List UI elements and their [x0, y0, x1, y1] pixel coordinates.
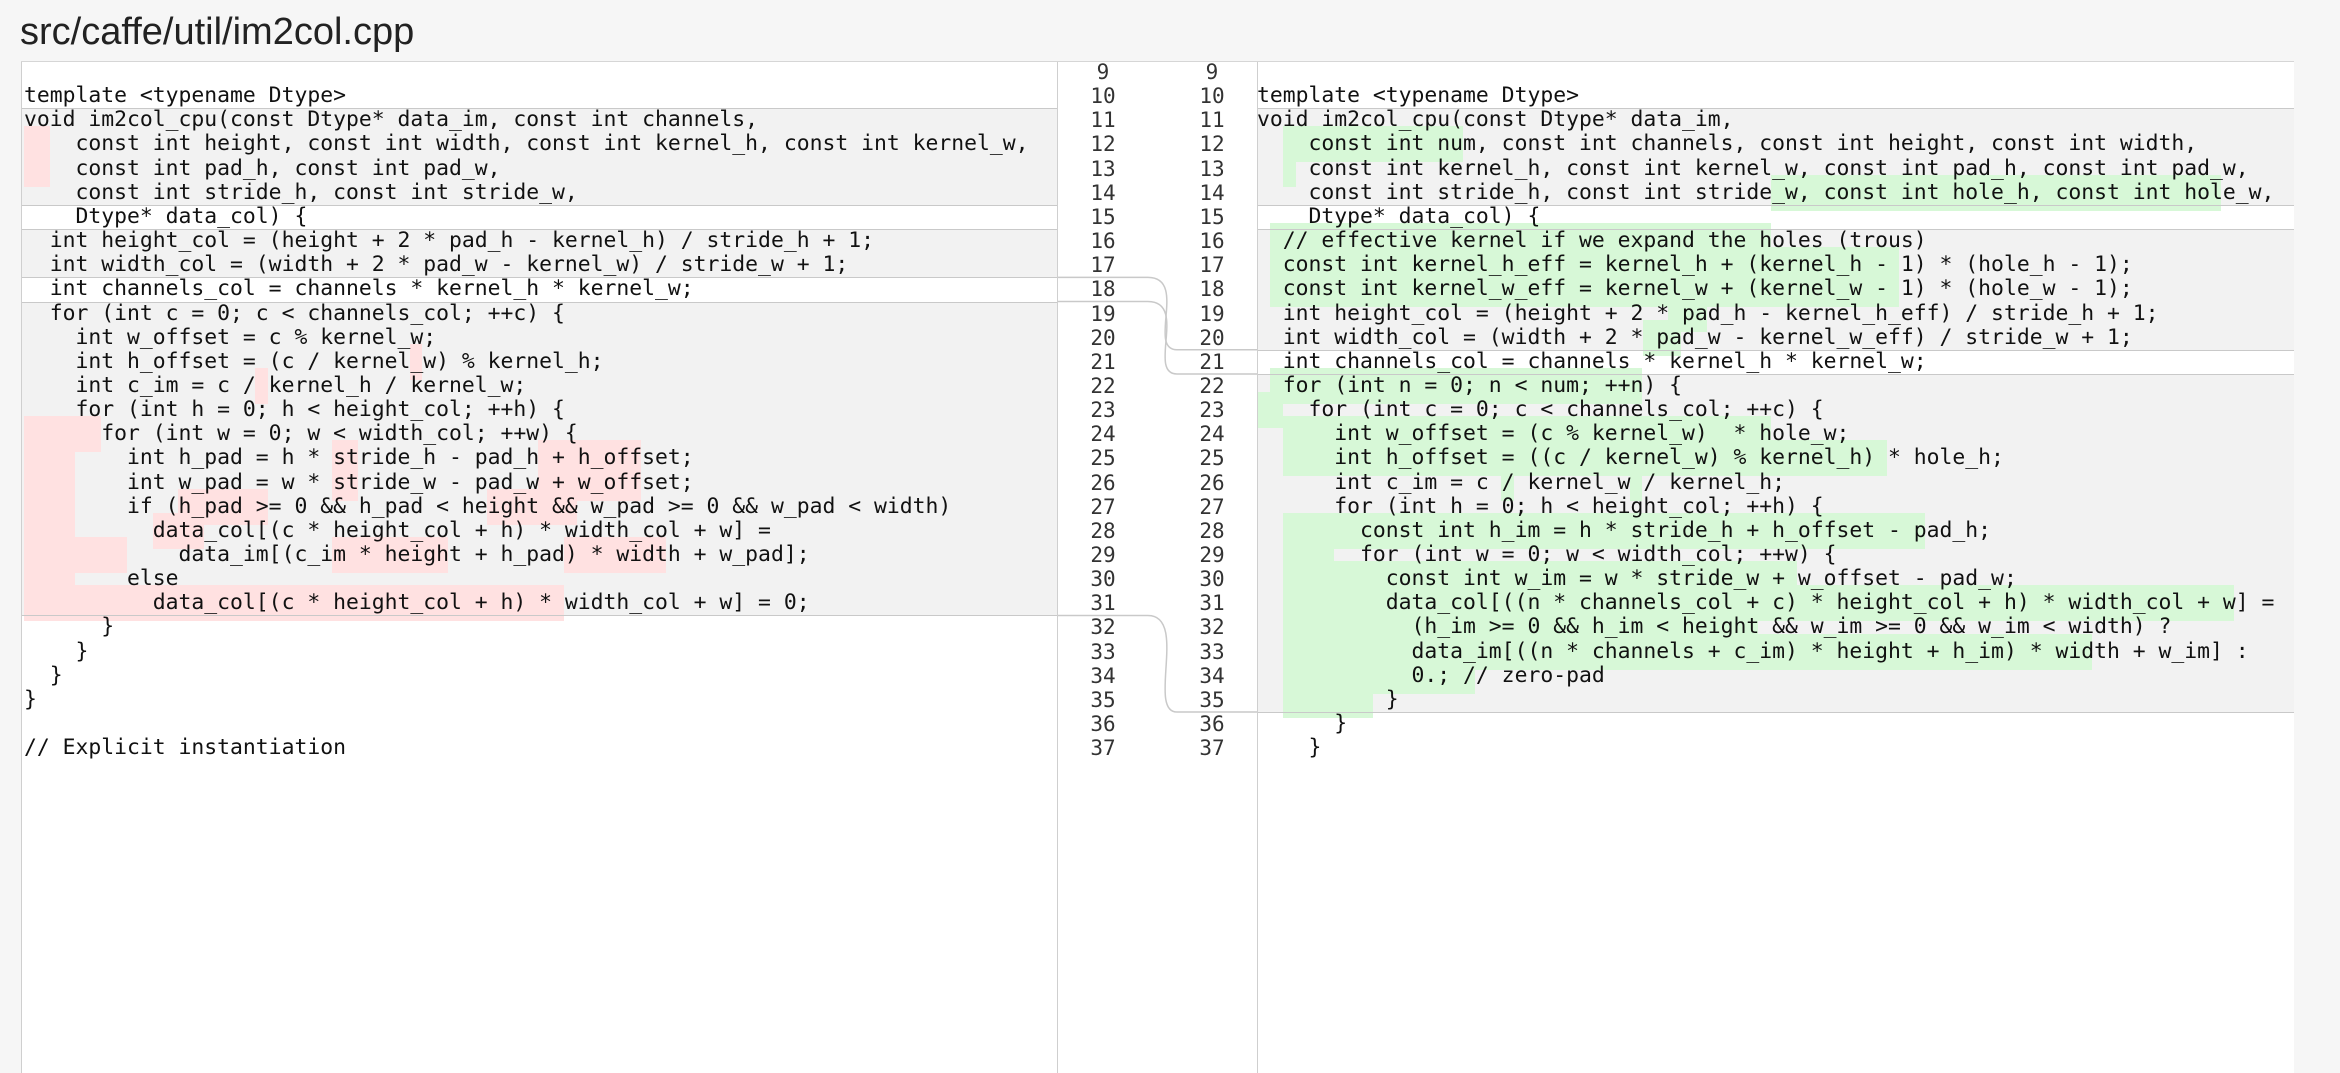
side-by-side-diff: template <typename Dtype> void im2col_cpu…: [21, 61, 2294, 1073]
right-pane-modified: template <typename Dtype> void im2col_cpu…: [1258, 62, 2294, 1073]
right-code-lines: template <typename Dtype> void im2col_cpu…: [1258, 62, 2294, 1073]
left-pane-original: template <typename Dtype> void im2col_cpu…: [21, 62, 1058, 1073]
left-code-line: // Explicit instantiation: [24, 735, 346, 761]
right-code-line: }: [1258, 735, 1322, 761]
file-path-title: src/caffe/util/im2col.cpp: [20, 11, 415, 53]
line-number-gutter: 9 9 10 10 11 11 12 12 13 13 14 14 15 15 16 16 17 17 18 18 19…: [1057, 62, 1258, 1073]
hunk-connector: [1058, 300, 1257, 375]
hunk-connector-curves: [1058, 276, 1257, 713]
hunk-connector: [1058, 614, 1257, 713]
left-code-lines: template <typename Dtype> void im2col_cpu…: [22, 62, 1058, 1073]
hunk-connector: [1058, 276, 1257, 351]
